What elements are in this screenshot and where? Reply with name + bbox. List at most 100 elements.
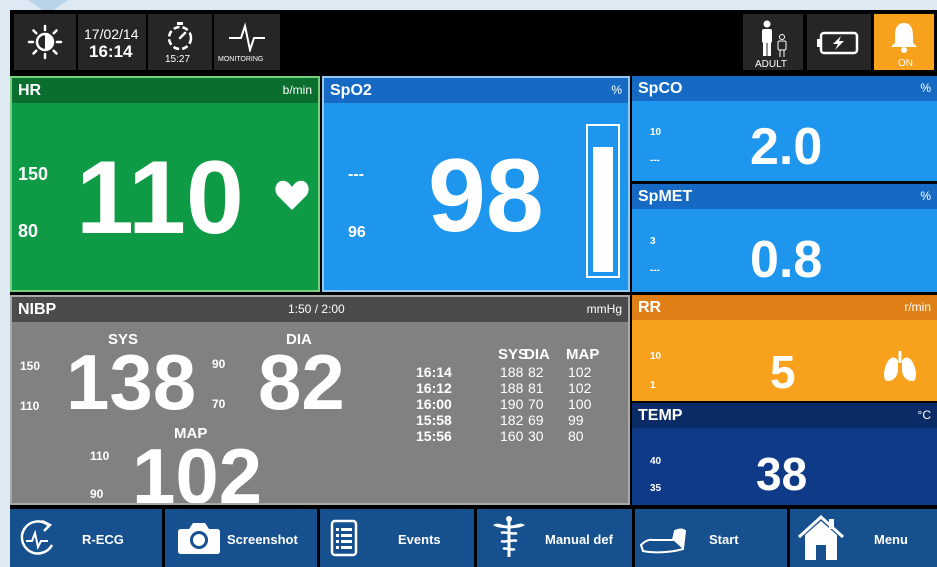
heart-icon xyxy=(275,180,309,210)
temp-value: 38 xyxy=(756,448,808,500)
r-ecg-button[interactable]: R-ECG xyxy=(10,509,162,567)
rr-high-limit: 10 xyxy=(650,351,662,362)
dia-high-limit: 90 xyxy=(212,357,226,371)
menu-label: Menu xyxy=(874,532,908,547)
start-label: Start xyxy=(709,532,739,547)
spmet-value: 0.8 xyxy=(750,231,823,289)
timer-text: 15:27 xyxy=(165,54,191,65)
screenshot-button[interactable]: Screenshot xyxy=(165,509,317,567)
rr-panel[interactable]: RR r/min 10 1 5 xyxy=(632,295,937,401)
top-status-bar: 17/02/14 16:14 15:27 MONITORING ADULT ON xyxy=(10,10,937,74)
spo2-label: SpO2 xyxy=(330,82,372,99)
r-ecg-icon xyxy=(20,519,54,555)
spco-header: SpCO % xyxy=(632,76,937,101)
nibp-label: NIBP xyxy=(18,301,57,318)
spo2-header: SpO2 % xyxy=(324,78,628,103)
spco-high-limit: 10 xyxy=(650,127,662,138)
history-col-map: MAP xyxy=(566,346,600,363)
map-value: 102 xyxy=(132,432,263,505)
start-button[interactable]: Start xyxy=(635,509,787,567)
map-low-limit: 90 xyxy=(90,487,104,501)
adult-patient-icon xyxy=(762,20,787,57)
history-col-dia: DIA xyxy=(524,346,550,363)
timer-button[interactable]: 15:27 xyxy=(148,14,212,70)
patient-monitor-screen: 17/02/14 16:14 15:27 MONITORING ADULT ON… xyxy=(10,10,937,567)
brightness-icon xyxy=(27,24,63,60)
spco-label: SpCO xyxy=(638,80,683,97)
mode-button[interactable]: MONITORING xyxy=(214,14,280,70)
rr-value: 5 xyxy=(770,346,796,398)
r-ecg-label: R-ECG xyxy=(82,532,124,547)
caduceus-icon xyxy=(493,516,525,557)
hr-unit: b/min xyxy=(282,83,312,97)
rr-low-limit: 1 xyxy=(650,380,656,391)
spmet-unit: % xyxy=(920,189,931,203)
spco-low-limit: --- xyxy=(650,155,660,166)
hr-high-limit: 150 xyxy=(18,164,49,184)
spo2-panel[interactable]: SpO2 % --- 96 98 xyxy=(322,76,630,292)
temp-low-limit: 35 xyxy=(650,483,662,494)
table-row: 16:12 188 81 102 xyxy=(416,380,592,396)
rr-header: RR r/min xyxy=(632,295,937,320)
temp-unit: °C xyxy=(917,408,931,422)
rr-label: RR xyxy=(638,299,662,316)
camera-icon xyxy=(178,523,220,554)
manual-defib-button[interactable]: Manual def xyxy=(477,509,632,567)
bell-icon xyxy=(891,23,917,53)
home-icon xyxy=(797,514,845,560)
spmet-high-limit: 3 xyxy=(650,236,656,247)
screenshot-label: Screenshot xyxy=(227,532,298,547)
nibp-history-header: SYS DIA MAP xyxy=(416,346,608,364)
nibp-interval: 1:50 / 2:00 xyxy=(288,302,345,316)
alarm-button[interactable]: ON xyxy=(874,14,934,70)
nibp-unit: mmHg xyxy=(586,302,622,316)
nibp-header: NIBP 1:50 / 2:00 mmHg xyxy=(12,297,628,322)
map-high-limit: 110 xyxy=(90,449,110,463)
spmet-low-limit: --- xyxy=(650,265,660,276)
spmet-header: SpMET % xyxy=(632,184,937,209)
patient-type-text: ADULT xyxy=(755,59,788,70)
spco-panel[interactable]: SpCO % 10 --- 2.0 xyxy=(632,76,937,181)
menu-button[interactable]: Menu xyxy=(790,509,937,567)
spo2-unit: % xyxy=(611,83,622,97)
perfusion-bar xyxy=(586,124,620,278)
date-text: 17/02/14 xyxy=(84,26,139,42)
perfusion-bar-fill xyxy=(593,147,613,272)
temp-label: TEMP xyxy=(638,407,683,424)
hr-label: HR xyxy=(18,82,42,99)
sys-low-limit: 110 xyxy=(20,399,40,413)
manual-defib-label: Manual def xyxy=(545,532,613,547)
spmet-label: SpMET xyxy=(638,188,693,205)
battery-charging-icon xyxy=(817,31,859,55)
time-text: 16:14 xyxy=(89,42,133,61)
events-button[interactable]: Events xyxy=(320,509,474,567)
table-row: 16:14 188 82 102 xyxy=(416,364,592,380)
table-row: 16:00 190 70 100 xyxy=(416,396,592,412)
date-time-display[interactable]: 17/02/14 16:14 xyxy=(78,14,146,70)
temp-panel[interactable]: TEMP °C 40 35 38 xyxy=(632,403,937,505)
patient-type-button[interactable]: ADULT xyxy=(743,14,803,70)
battery-indicator xyxy=(807,14,871,70)
dia-low-limit: 70 xyxy=(212,397,226,411)
temp-header: TEMP °C xyxy=(632,403,937,428)
alarm-status-text: ON xyxy=(898,58,913,69)
lungs-icon xyxy=(883,351,917,381)
hr-header: HR b/min xyxy=(12,78,318,103)
dia-value: 82 xyxy=(258,338,345,426)
hr-low-limit: 80 xyxy=(18,221,39,241)
events-label: Events xyxy=(398,532,441,547)
mode-text: MONITORING xyxy=(218,56,264,63)
nibp-cuff-icon xyxy=(639,528,687,554)
rr-unit: r/min xyxy=(904,300,931,314)
table-row: 15:58 182 69 99 xyxy=(416,412,584,428)
spmet-panel[interactable]: SpMET % 3 --- 0.8 xyxy=(632,184,937,292)
spo2-high-limit: --- xyxy=(348,166,364,183)
heartbeat-icon xyxy=(229,22,265,52)
spco-unit: % xyxy=(920,81,931,95)
table-row: 15:56 160 30 80 xyxy=(416,428,584,444)
hr-panel[interactable]: HR b/min 150 80 110 xyxy=(10,76,320,292)
spco-value: 2.0 xyxy=(750,118,823,176)
nibp-panel[interactable]: NIBP 1:50 / 2:00 mmHg SYS DIA 150 110 13… xyxy=(10,295,630,505)
spo2-value: 98 xyxy=(428,138,544,254)
brightness-button[interactable] xyxy=(14,14,76,70)
